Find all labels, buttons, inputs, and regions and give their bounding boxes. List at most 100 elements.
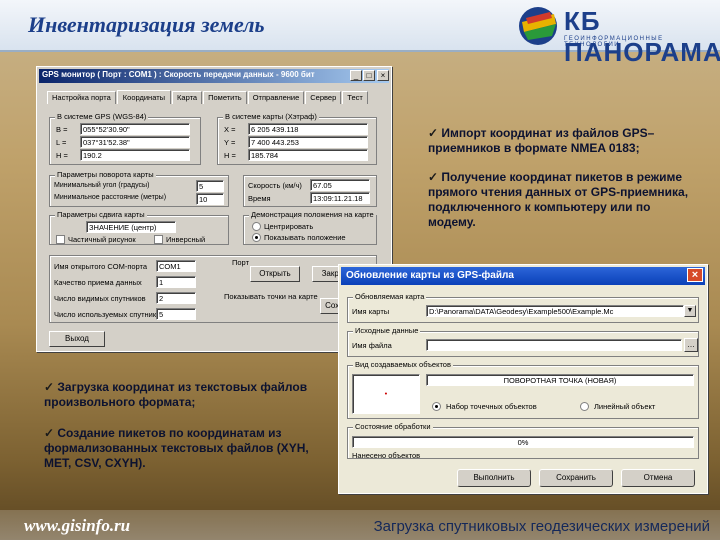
- port-name-label: Имя открытого COM-порта: [54, 262, 148, 271]
- logo-subtitle: ГЕОИНФОРМАЦИОННЫЕ ТЕХНОЛОГИИ: [564, 36, 664, 48]
- points-set-radio[interactable]: [432, 402, 441, 411]
- center-radio[interactable]: [252, 222, 261, 231]
- time-label: Время: [248, 194, 271, 203]
- map-coords-group: В системе карты (Хэтраф) X = 6 205 439.1…: [217, 112, 377, 165]
- tab-send[interactable]: Отправление: [247, 91, 305, 104]
- tab-map[interactable]: Карта: [172, 91, 203, 104]
- map-y-label: Y =: [224, 138, 236, 147]
- note-nmea-import: ✓ Импорт координат из файлов GPS–приемни…: [428, 126, 698, 156]
- maximize-button[interactable]: □: [363, 70, 375, 81]
- satellites-field[interactable]: 2: [156, 292, 196, 304]
- progress-bar: 0%: [352, 436, 694, 448]
- show-on-map-label: Демонстрация положения на карте: [249, 210, 376, 219]
- run-button[interactable]: Выполнить: [457, 469, 531, 487]
- site-link[interactable]: www.gisinfo.ru: [24, 516, 130, 536]
- progress-text: 0%: [517, 438, 529, 447]
- map-h-field[interactable]: 185.784: [248, 149, 368, 161]
- gps-coords-group: В системе GPS (WGS-84) B = 055°52'30.90"…: [49, 112, 201, 165]
- note-pickets-text: Создание пикетов по координатам из форма…: [44, 426, 309, 470]
- used-satellites-label: Число используемых спутников: [54, 310, 165, 319]
- speed-label: Скорость (км/ч): [248, 181, 302, 190]
- slide-title: Инвентаризация земель: [28, 12, 265, 37]
- close-button[interactable]: ×: [377, 70, 389, 81]
- slide-header: Инвентаризация земель КБ ПАНОРАМА ГЕОИНФ…: [0, 0, 720, 67]
- map-h-label: H =: [224, 151, 236, 160]
- speed-field[interactable]: 67.05: [310, 179, 370, 191]
- rotation-params-label: Параметры поворота карты: [55, 170, 156, 179]
- map-name-select[interactable]: D:\Panorama\DATA\Geodesy\Example500\Exam…: [426, 305, 684, 317]
- gps-coords-group-label: В системе GPS (WGS-84): [55, 112, 149, 121]
- map-update-dialog: Обновление карты из GPS-файла × Обновляе…: [338, 264, 708, 494]
- note-text-files-text: Загрузка координат из текстовых файлов п…: [44, 380, 308, 409]
- port-info-group: Имя открытого COM-порта COM1 Качество пр…: [49, 255, 377, 323]
- gps-b-label: B =: [56, 125, 68, 134]
- speed-time-group: Скорость (км/ч) 67.05 Время 13:09:11.21.…: [243, 175, 377, 207]
- map-shift-select[interactable]: ЗНАЧЕНИЕ (центр): [86, 221, 176, 233]
- gps-l-field[interactable]: 037°31'52.38": [80, 136, 190, 148]
- tab-test[interactable]: Тест: [342, 91, 368, 104]
- check-icon: ✓: [428, 170, 442, 184]
- check-icon: ✓: [428, 126, 442, 140]
- port-name-field[interactable]: COM1: [156, 260, 196, 272]
- map-group: Обновляемая карта Имя карты D:\Panorama\…: [347, 292, 699, 323]
- map-x-field[interactable]: 6 205 439.118: [248, 123, 368, 135]
- source-group-label: Исходные данные: [353, 326, 421, 335]
- tab-port-settings[interactable]: Настройка порта: [47, 91, 116, 104]
- gps-h-field[interactable]: 190.2: [80, 149, 190, 161]
- object-type-field[interactable]: ПОВОРОТНАЯ ТОЧКА (НОВАЯ): [426, 374, 694, 386]
- status-group-label: Состояние обработки: [353, 422, 433, 431]
- slide-footer: www.gisinfo.ru Загрузка спутниковых геод…: [0, 510, 720, 540]
- dialog-titlebar: Обновление карты из GPS-файла: [341, 267, 705, 285]
- object-preview-field: •: [352, 374, 420, 414]
- exit-button[interactable]: Выход: [49, 331, 105, 347]
- object-type-group: Вид создаваемых объектов • ПОВОРОТНАЯ ТО…: [347, 360, 699, 419]
- time-field[interactable]: 13:09:11.21.18: [310, 192, 370, 204]
- rotation-params-group: Параметры поворота карты Минимальный уго…: [49, 170, 229, 207]
- note-nmea-text: Импорт координат из файлов GPS–приемнико…: [428, 126, 655, 155]
- gps-h-label: H =: [56, 151, 68, 160]
- points-set-label: Набор точечных объектов: [446, 402, 537, 411]
- port-label: Порт: [232, 258, 250, 267]
- gps-b-field[interactable]: 055°52'30.90": [80, 123, 190, 135]
- min-distance-field[interactable]: 10: [196, 193, 224, 205]
- partial-draw-checkbox[interactable]: [56, 235, 65, 244]
- show-position-radio[interactable]: [252, 233, 261, 242]
- line-object-radio[interactable]: [580, 402, 589, 411]
- tab-server[interactable]: Сервер: [305, 91, 342, 104]
- quality-label: Качество приема данных: [54, 278, 142, 287]
- min-distance-label: Минимальное расстояние (метры): [54, 194, 167, 201]
- partial-draw-label: Частичный рисунок: [68, 235, 136, 244]
- minimize-button[interactable]: _: [350, 70, 362, 81]
- used-satellites-field[interactable]: 5: [156, 308, 196, 320]
- gps-window-titlebar: GPS монитор ( Порт : COM1 ) : Скорость п…: [39, 69, 389, 83]
- browse-file-button[interactable]: …: [684, 338, 698, 352]
- file-name-field[interactable]: [426, 339, 682, 351]
- gps-l-label: L =: [56, 138, 67, 147]
- open-port-button[interactable]: Открыть: [250, 266, 300, 282]
- note-pickets: ✓ Создание пикетов по координатам из фор…: [44, 426, 330, 471]
- quality-field[interactable]: 1: [156, 276, 196, 288]
- show-points-label: Показывать точки на карте: [224, 292, 318, 301]
- slide-caption: Загрузка спутниковых геодезических измер…: [373, 518, 710, 535]
- note-direct-read-text: Получение координат пикетов в режиме пря…: [428, 170, 689, 229]
- line-object-label: Линейный объект: [594, 402, 656, 411]
- save-button[interactable]: Сохранить: [539, 469, 613, 487]
- map-coords-group-label: В системе карты (Хэтраф): [223, 112, 319, 121]
- map-shift-label: Параметры сдвига карты: [55, 210, 147, 219]
- file-name-label: Имя файла: [352, 341, 392, 350]
- map-dropdown-chevron-icon[interactable]: ▼: [684, 305, 696, 317]
- dialog-close-icon[interactable]: ×: [687, 268, 703, 282]
- company-logo: КБ ПАНОРАМА ГЕОИНФОРМАЦИОННЫЕ ТЕХНОЛОГИИ: [516, 4, 720, 67]
- tab-mark[interactable]: Пометить: [203, 91, 247, 104]
- show-position-label: Показывать положение: [264, 233, 346, 242]
- min-angle-label: Минимальный угол (градусы): [54, 182, 150, 189]
- map-y-field[interactable]: 7 400 443.253: [248, 136, 368, 148]
- check-icon: ✓: [44, 380, 58, 394]
- source-group: Исходные данные Имя файла …: [347, 326, 699, 357]
- inverse-label: Инверсный: [166, 235, 206, 244]
- min-angle-field[interactable]: 5: [196, 180, 224, 192]
- tab-coordinates[interactable]: Координаты: [116, 90, 172, 104]
- note-direct-read: ✓ Получение координат пикетов в режиме п…: [428, 170, 698, 230]
- inverse-checkbox[interactable]: [154, 235, 163, 244]
- cancel-button[interactable]: Отмена: [621, 469, 695, 487]
